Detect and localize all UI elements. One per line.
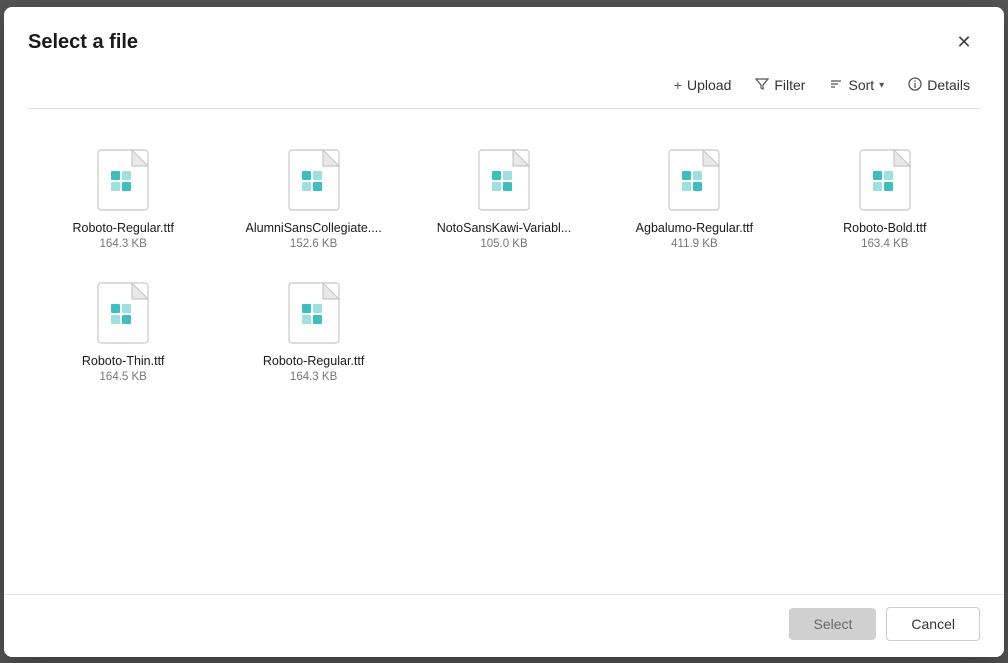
file-size: 163.4 KB (861, 238, 908, 250)
details-button[interactable]: Details (898, 71, 980, 100)
file-item[interactable]: Roboto-Bold.ttf 163.4 KB (790, 133, 980, 266)
upload-icon: + (674, 77, 682, 93)
file-icon (288, 282, 340, 344)
upload-label: Upload (687, 77, 731, 93)
dialog-footer: Select Cancel (4, 594, 1004, 657)
file-item[interactable]: Roboto-Regular.ttf 164.3 KB (28, 133, 218, 266)
filter-label: Filter (774, 77, 805, 93)
select-file-dialog: Select a file ✕ + Upload Filter (4, 7, 1004, 657)
file-size: 411.9 KB (671, 238, 717, 250)
file-icon (97, 282, 149, 344)
file-icon (288, 149, 340, 211)
file-item[interactable]: Agbalumo-Regular.ttf 411.9 KB (599, 133, 789, 266)
file-item[interactable]: Roboto-Regular.ttf 164.3 KB (218, 266, 408, 399)
file-icon (97, 149, 149, 211)
sort-label: Sort (848, 77, 874, 93)
filter-button[interactable]: Filter (745, 71, 815, 100)
dialog-header: Select a file ✕ (4, 7, 1004, 67)
filter-icon (755, 77, 769, 94)
file-size: 152.6 KB (290, 238, 337, 250)
file-size: 105.0 KB (480, 238, 527, 250)
file-item[interactable]: NotoSansKawi-Variabl... 105.0 KB (409, 133, 599, 266)
file-size: 164.3 KB (100, 238, 147, 250)
details-icon (908, 77, 922, 94)
select-button[interactable]: Select (789, 608, 876, 640)
file-grid: Roboto-Regular.ttf 164.3 KB AlumniSansCo… (4, 109, 1004, 594)
dialog-overlay: Select a file ✕ + Upload Filter (0, 0, 1008, 663)
file-icon (668, 149, 720, 211)
file-name: Roboto-Thin.ttf (82, 354, 165, 368)
details-label: Details (927, 77, 970, 93)
cancel-button[interactable]: Cancel (886, 607, 980, 641)
file-name: Roboto-Regular.ttf (263, 354, 364, 368)
file-icon (478, 149, 530, 211)
file-item[interactable]: Roboto-Thin.ttf 164.5 KB (28, 266, 218, 399)
file-size: 164.3 KB (290, 371, 337, 383)
file-name: Roboto-Regular.ttf (72, 221, 173, 235)
toolbar: + Upload Filter (4, 67, 1004, 108)
file-name: Roboto-Bold.ttf (843, 221, 926, 235)
sort-chevron-icon: ▾ (879, 80, 884, 91)
upload-button[interactable]: + Upload (664, 71, 742, 99)
close-button[interactable]: ✕ (948, 27, 980, 59)
file-item[interactable]: AlumniSansCollegiate.... 152.6 KB (218, 133, 408, 266)
file-name: Agbalumo-Regular.ttf (636, 221, 753, 235)
file-size: 164.5 KB (100, 371, 147, 383)
sort-button[interactable]: Sort ▾ (819, 71, 894, 100)
file-name: NotoSansKawi-Variabl... (437, 221, 572, 235)
file-name: AlumniSansCollegiate.... (246, 221, 382, 235)
sort-icon (829, 77, 843, 94)
dialog-title: Select a file (28, 31, 138, 54)
close-icon: ✕ (956, 32, 971, 53)
file-icon (859, 149, 911, 211)
